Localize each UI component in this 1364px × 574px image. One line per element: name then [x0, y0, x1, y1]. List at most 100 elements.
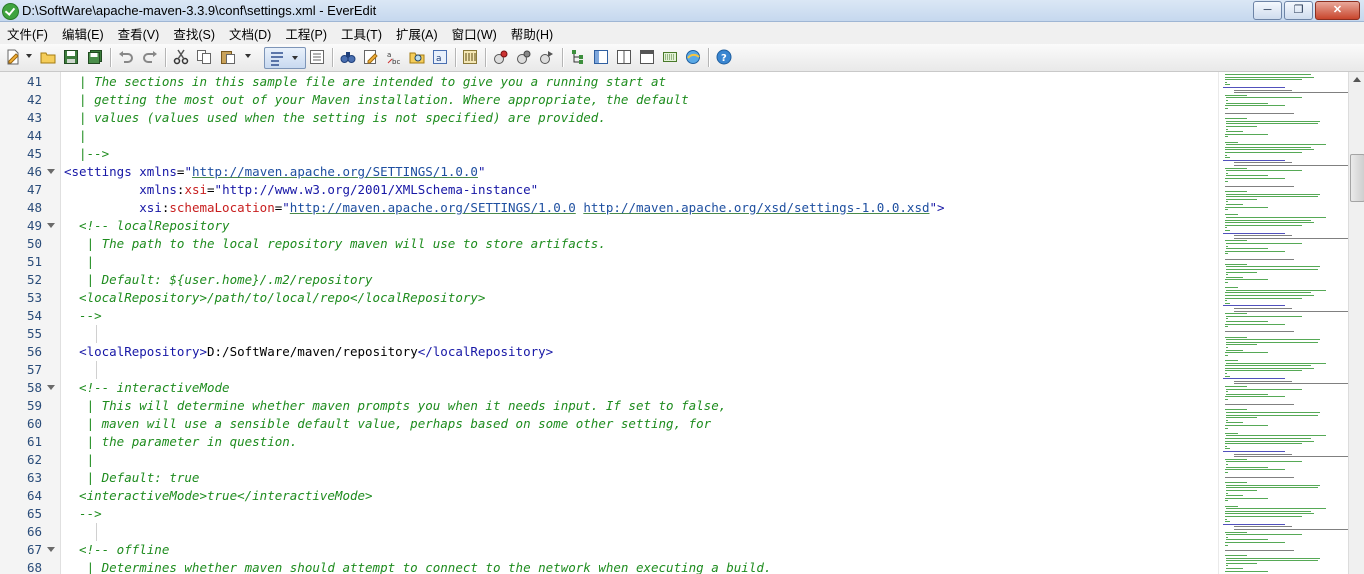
code-line[interactable]: 46 <settings xmlns="http://maven.apache.o…: [0, 163, 1218, 181]
menu-project[interactable]: 工程(P): [278, 24, 334, 43]
output-window-icon[interactable]: [639, 49, 655, 65]
code-line[interactable]: 63 | Default: true: [0, 469, 1218, 487]
vertical-scrollbar[interactable]: [1348, 72, 1364, 574]
code-line[interactable]: 50 | The path to the local repository ma…: [0, 235, 1218, 253]
code-line[interactable]: 60 | maven will use a sensible default v…: [0, 415, 1218, 433]
minimap-line: [1225, 438, 1311, 439]
paste-icon[interactable]: [220, 49, 236, 65]
menu-tools[interactable]: 工具(T): [334, 24, 389, 43]
menu-extend[interactable]: 扩展(A): [389, 24, 445, 43]
hex-view-icon[interactable]: [662, 49, 678, 65]
cut-icon[interactable]: [173, 49, 189, 65]
menu-document[interactable]: 文档(D): [222, 24, 278, 43]
code-line[interactable]: 41 | The sections in this sample file ar…: [0, 73, 1218, 91]
find-icon[interactable]: [340, 49, 356, 65]
scroll-up-arrow-icon[interactable]: [1351, 74, 1363, 86]
minimap-line: [1226, 266, 1320, 268]
split-view-icon[interactable]: [616, 49, 632, 65]
column-mode-icon[interactable]: [462, 49, 478, 65]
menu-help[interactable]: 帮助(H): [504, 24, 560, 43]
minimize-button[interactable]: ─: [1253, 1, 1282, 20]
macro-run-icon[interactable]: [539, 49, 555, 65]
code-line[interactable]: 48 xsi:schemaLocation="http://maven.apac…: [0, 199, 1218, 217]
code-text: -->: [64, 307, 102, 325]
token-txt: D:/SoftWare/maven/repository: [207, 344, 418, 359]
code-line[interactable]: 68 | Determines whether maven should att…: [0, 559, 1218, 574]
fold-toggle-icon[interactable]: [47, 547, 55, 552]
code-line[interactable]: 52 | Default: ${user.home}/.m2/repositor…: [0, 271, 1218, 289]
word-wrap-dropdown-icon[interactable]: [292, 56, 298, 60]
open-folder-icon[interactable]: [40, 49, 56, 65]
paste-dropdown-icon[interactable]: [245, 54, 251, 58]
code-line[interactable]: 42 | getting the most out of your Maven …: [0, 91, 1218, 109]
scrollbar-thumb[interactable]: [1350, 154, 1364, 202]
menu-file[interactable]: 文件(F): [0, 24, 55, 43]
macro-play-icon[interactable]: [516, 49, 532, 65]
find-in-files-icon[interactable]: abc: [386, 49, 402, 65]
fold-toggle-icon[interactable]: [47, 223, 55, 228]
minimap-line: [1225, 154, 1228, 156]
close-button[interactable]: ✕: [1315, 1, 1360, 20]
menu-find[interactable]: 查找(S): [166, 24, 222, 43]
code-line[interactable]: 51 |: [0, 253, 1218, 271]
minimap-line: [1225, 352, 1269, 354]
everedit-app-icon[interactable]: [2, 3, 19, 20]
code-line[interactable]: 58 <!-- interactiveMode: [0, 379, 1218, 397]
minimap-line: [1225, 445, 1228, 447]
maximize-button[interactable]: ❐: [1284, 1, 1313, 20]
code-line[interactable]: 57: [0, 361, 1218, 379]
editor-pane[interactable]: 41 | The sections in this sample file ar…: [0, 72, 1364, 574]
code-line[interactable]: 47 xmlns:xsi="http://www.w3.org/2001/XML…: [0, 181, 1218, 199]
line-list-icon[interactable]: [309, 49, 325, 65]
code-line[interactable]: 44 |: [0, 127, 1218, 145]
code-line[interactable]: 61 | the parameter in question.: [0, 433, 1218, 451]
code-line[interactable]: 45 |-->: [0, 145, 1218, 163]
fold-toggle-icon[interactable]: [47, 385, 55, 390]
minimap[interactable]: [1218, 72, 1349, 574]
code-text: | Determines whether maven should attemp…: [64, 559, 772, 574]
code-line[interactable]: 43 | values (values used when the settin…: [0, 109, 1218, 127]
minimap-line: [1225, 471, 1229, 473]
menu-window[interactable]: 窗口(W): [445, 24, 504, 43]
code-line[interactable]: 59 | This will determine whether maven p…: [0, 397, 1218, 415]
code-line[interactable]: 56 <localRepository>D:/SoftWare/maven/re…: [0, 343, 1218, 361]
code-line[interactable]: 49 <!-- localRepository: [0, 217, 1218, 235]
code-text: xsi:schemaLocation="http://maven.apache.…: [64, 199, 945, 217]
minimap-line: [1225, 448, 1230, 450]
new-file-dropdown-icon[interactable]: [26, 54, 32, 58]
save-all-icon[interactable]: [87, 49, 103, 65]
save-icon[interactable]: [63, 49, 79, 65]
word-wrap-toggle[interactable]: [264, 47, 306, 69]
toolbar-separator: [110, 48, 112, 67]
token-val: ">: [929, 200, 945, 215]
minimap-line: [1226, 196, 1318, 198]
help-icon[interactable]: ?: [716, 49, 732, 65]
replace-icon[interactable]: [363, 49, 379, 65]
code-line[interactable]: 54 -->: [0, 307, 1218, 325]
code-text: <localRepository>D:/SoftWare/maven/repos…: [64, 343, 553, 361]
redo-icon[interactable]: [142, 49, 158, 65]
find-folder-icon[interactable]: [409, 49, 425, 65]
code-area[interactable]: 41 | The sections in this sample file ar…: [0, 72, 1218, 574]
undo-icon[interactable]: [118, 49, 134, 65]
menu-edit[interactable]: 编辑(E): [55, 24, 111, 43]
code-line[interactable]: 66: [0, 523, 1218, 541]
sidebar-panel-icon[interactable]: [593, 49, 609, 65]
menu-view[interactable]: 查看(V): [111, 24, 167, 43]
code-line[interactable]: 67 <!-- offline: [0, 541, 1218, 559]
copy-icon[interactable]: [196, 49, 212, 65]
minimap-line: [1225, 209, 1229, 211]
code-line[interactable]: 64 <interactiveMode>true</interactiveMod…: [0, 487, 1218, 505]
code-line[interactable]: 53 <localRepository>/path/to/local/repo<…: [0, 289, 1218, 307]
browser-preview-icon[interactable]: [685, 49, 701, 65]
macro-record-icon[interactable]: [493, 49, 509, 65]
code-line[interactable]: 62 |: [0, 451, 1218, 469]
code-text: <!-- interactiveMode: [64, 379, 230, 397]
minimap-line: [1225, 477, 1295, 478]
mark-text-icon[interactable]: a: [432, 49, 448, 65]
code-line[interactable]: 55: [0, 325, 1218, 343]
new-file-icon[interactable]: [5, 49, 21, 65]
code-line[interactable]: 65 -->: [0, 505, 1218, 523]
fold-toggle-icon[interactable]: [47, 169, 55, 174]
outline-tree-icon[interactable]: [570, 49, 586, 65]
